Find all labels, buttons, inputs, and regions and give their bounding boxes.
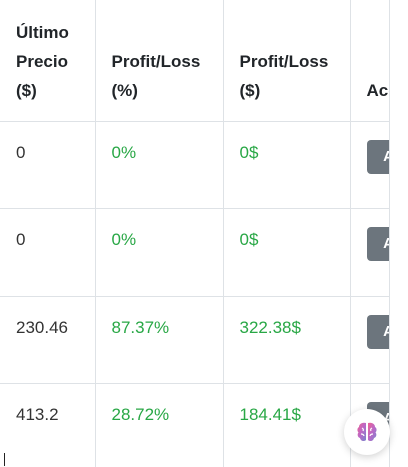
cell-last-price: 413.2: [0, 383, 96, 467]
cell-profit-loss-usd: 0$: [222, 208, 351, 297]
cell-profit-loss-pct: 0%: [94, 120, 224, 209]
header-last-price: Último Precio ($): [0, 0, 96, 122]
table-row: 0 0% 0$ Ar: [0, 208, 389, 297]
cell-profit-loss-pct: 0%: [94, 208, 224, 297]
brain-icon: [357, 422, 377, 442]
cell-actions: Ar: [349, 295, 389, 384]
cell-profit-loss-pct: 87.37%: [94, 295, 224, 384]
table-row: 0 0% 0$ Ar: [0, 120, 389, 209]
cell-profit-loss-usd: 0$: [222, 120, 351, 209]
action-button[interactable]: Ar: [366, 227, 389, 261]
table-header-row: Último Precio ($) Profit/Loss (%) Profit…: [0, 0, 389, 122]
table-row: 413.2 28.72% 184.41$ Ar: [0, 383, 389, 467]
cell-profit-loss-pct: 28.72%: [94, 383, 224, 467]
assistant-fab-button[interactable]: [344, 409, 390, 455]
cell-last-price: 0: [0, 120, 96, 209]
table-viewport[interactable]: Último Precio ($) Profit/Loss (%) Profit…: [0, 0, 390, 467]
header-actions: Acciones: [349, 0, 389, 122]
text-cursor: [4, 453, 5, 466]
cell-profit-loss-usd: 322.38$: [222, 295, 351, 384]
action-button[interactable]: Ar: [366, 139, 389, 174]
action-button[interactable]: Ar: [366, 314, 389, 349]
portfolio-table: Último Precio ($) Profit/Loss (%) Profit…: [0, 0, 389, 467]
table-row: 230.46 87.37% 322.38$ Ar: [0, 295, 389, 384]
header-profit-loss-pct: Profit/Loss (%): [94, 0, 224, 122]
cell-last-price: 0: [0, 208, 96, 297]
cell-last-price: 230.46: [0, 295, 96, 384]
cell-actions: Ar: [349, 120, 389, 209]
header-profit-loss-usd: Profit/Loss ($): [222, 0, 351, 122]
cell-actions: Ar: [349, 208, 389, 297]
cell-profit-loss-usd: 184.41$: [222, 383, 351, 467]
